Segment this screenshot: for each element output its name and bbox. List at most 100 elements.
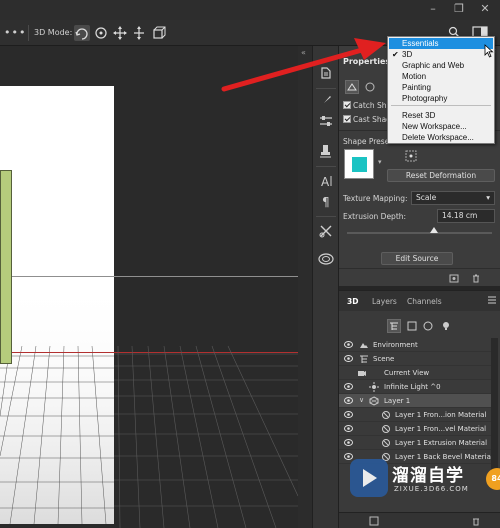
environment-icon xyxy=(360,343,368,348)
tab-properties[interactable]: Properties xyxy=(343,57,390,66)
list-item[interactable]: Layer 1 Extrusion Material xyxy=(339,436,494,450)
shape-preset-swatch[interactable] xyxy=(344,149,374,179)
trash-icon[interactable] xyxy=(471,516,481,526)
menu-item-photography[interactable]: Photography xyxy=(389,93,493,104)
character-icon[interactable]: A xyxy=(317,172,335,190)
list-item[interactable]: Layer 1 Fron...vel Material xyxy=(339,422,494,436)
layer-label: Layer 1 Fron...vel Material xyxy=(395,425,487,433)
menu-item-graphic-and-web[interactable]: Graphic and Web xyxy=(389,60,493,71)
list-item[interactable]: Infinite Light ^0 xyxy=(339,380,494,394)
slider-thumb[interactable] xyxy=(430,227,438,233)
list-item[interactable]: ∨ Layer 1 xyxy=(339,394,494,408)
menu-item-reset-3d[interactable]: Reset 3D xyxy=(389,110,493,121)
watermark: 溜溜自学 ZIXUE.3D66.COM xyxy=(350,455,495,503)
watermark-name: 溜溜自学 xyxy=(392,466,464,486)
options-separator xyxy=(28,25,29,41)
extrusion-depth-slider[interactable] xyxy=(347,227,492,234)
close-icon[interactable]: ✕ xyxy=(478,2,492,16)
mesh-icon xyxy=(369,396,379,406)
slide-3d-icon[interactable] xyxy=(131,25,147,41)
menu-item-label: Reset 3D xyxy=(402,111,436,120)
drag-3d-icon[interactable] xyxy=(112,25,128,41)
meshes-filter-icon[interactable] xyxy=(407,321,417,331)
brush-icon[interactable] xyxy=(317,92,335,110)
menu-item-3d[interactable]: ✔ 3D xyxy=(389,49,493,60)
restore-icon[interactable]: ❐ xyxy=(452,2,466,16)
mesh-properties-icon[interactable] xyxy=(345,80,359,94)
scale-3d-icon[interactable] xyxy=(150,25,166,41)
properties-footer xyxy=(339,268,500,286)
panel-dock-gutter: « xyxy=(298,46,312,528)
layer-label: Layer 1 Fron...ion Material xyxy=(395,411,487,419)
collapse-dock-icon[interactable]: « xyxy=(301,48,306,57)
visibility-eye-icon[interactable] xyxy=(344,341,353,348)
tab-3d[interactable]: 3D xyxy=(347,297,358,306)
ground-plane-grid xyxy=(114,345,298,528)
visibility-eye-icon[interactable] xyxy=(344,425,353,432)
options-overflow[interactable]: ••• xyxy=(4,26,26,39)
trash-icon[interactable] xyxy=(471,273,481,283)
svg-text:¶: ¶ xyxy=(322,195,330,209)
roll-3d-icon[interactable] xyxy=(93,25,109,41)
chevron-down-icon[interactable]: ∨ xyxy=(359,396,364,404)
tab-channels[interactable]: Channels xyxy=(407,297,442,306)
menu-item-essentials[interactable]: Essentials xyxy=(389,38,493,49)
shape-preset-label: Shape Preset xyxy=(343,137,393,146)
clone-source-icon[interactable] xyxy=(317,142,335,160)
material-icon xyxy=(382,425,390,433)
list-item[interactable]: Layer 1 Fron...ion Material xyxy=(339,408,494,422)
panel-menu-icon[interactable] xyxy=(488,296,496,304)
scene-icon xyxy=(360,355,368,363)
edit-source-button[interactable]: Edit Source xyxy=(381,252,453,265)
menu-item-new-workspace[interactable]: New Workspace... xyxy=(389,121,493,132)
cast-shadows-checkbox[interactable]: Cast Shad xyxy=(343,115,391,124)
tab-layers[interactable]: Layers xyxy=(372,297,397,306)
strip-divider xyxy=(316,88,336,89)
checkbox-icon[interactable] xyxy=(343,115,351,123)
tool-presets-icon[interactable] xyxy=(317,222,335,240)
cast-shadows-label: Cast Shad xyxy=(353,115,391,124)
texture-mapping-value: Scale xyxy=(416,193,437,202)
add-layer-icon[interactable] xyxy=(369,516,379,526)
3d-mode-label: 3D Mode: xyxy=(34,28,73,37)
visibility-eye-icon[interactable] xyxy=(344,439,353,446)
canvas-viewport[interactable] xyxy=(0,46,298,528)
materials-filter-icon[interactable] xyxy=(423,321,433,331)
list-item[interactable]: Scene xyxy=(339,352,494,366)
rotate-3d-icon[interactable] xyxy=(74,25,90,41)
menu-item-label: 3D xyxy=(402,50,413,59)
visibility-eye-icon[interactable] xyxy=(344,383,353,390)
checkbox-icon[interactable] xyxy=(343,101,351,109)
list-item[interactable]: Environment xyxy=(339,338,494,352)
minimize-icon[interactable]: – xyxy=(426,2,440,16)
layer-label: Layer 1 xyxy=(384,397,411,405)
visibility-eye-icon[interactable] xyxy=(344,397,353,404)
extrusion-depth-input[interactable]: 14.18 cm xyxy=(437,209,495,223)
menu-item-label: New Workspace... xyxy=(402,122,467,131)
3d-filter-bar xyxy=(339,315,500,335)
history-icon[interactable] xyxy=(317,64,335,82)
whole-scene-filter-icon[interactable] xyxy=(387,319,401,333)
3d-extruded-layer[interactable] xyxy=(0,170,12,364)
menu-divider xyxy=(391,105,491,106)
reset-deformation-button[interactable]: Reset Deformation xyxy=(387,169,495,182)
visibility-eye-icon[interactable] xyxy=(344,355,353,362)
deformation-axis-icon[interactable] xyxy=(405,150,417,162)
paragraph-icon[interactable]: ¶ xyxy=(317,192,335,210)
menu-item-painting[interactable]: Painting xyxy=(389,82,493,93)
list-item[interactable]: Current View xyxy=(339,366,494,380)
menu-item-label: Painting xyxy=(402,83,431,92)
title-bar: – ❐ ✕ xyxy=(0,0,500,20)
lights-filter-icon[interactable] xyxy=(441,321,451,331)
material-icon xyxy=(382,411,390,419)
deform-properties-icon[interactable] xyxy=(365,82,375,92)
libraries-icon[interactable] xyxy=(317,250,335,268)
menu-item-motion[interactable]: Motion xyxy=(389,71,493,82)
visibility-eye-icon[interactable] xyxy=(344,411,353,418)
adjustments-icon[interactable] xyxy=(317,112,335,130)
workspace-menu: Essentials ✔ 3D Graphic and Web Motion Pa… xyxy=(387,36,495,144)
texture-mapping-select[interactable]: Scale ▾ xyxy=(411,191,495,205)
menu-item-delete-workspace[interactable]: Delete Workspace... xyxy=(389,132,493,143)
render-icon[interactable] xyxy=(449,273,459,283)
chevron-down-icon[interactable]: ▾ xyxy=(378,158,382,166)
